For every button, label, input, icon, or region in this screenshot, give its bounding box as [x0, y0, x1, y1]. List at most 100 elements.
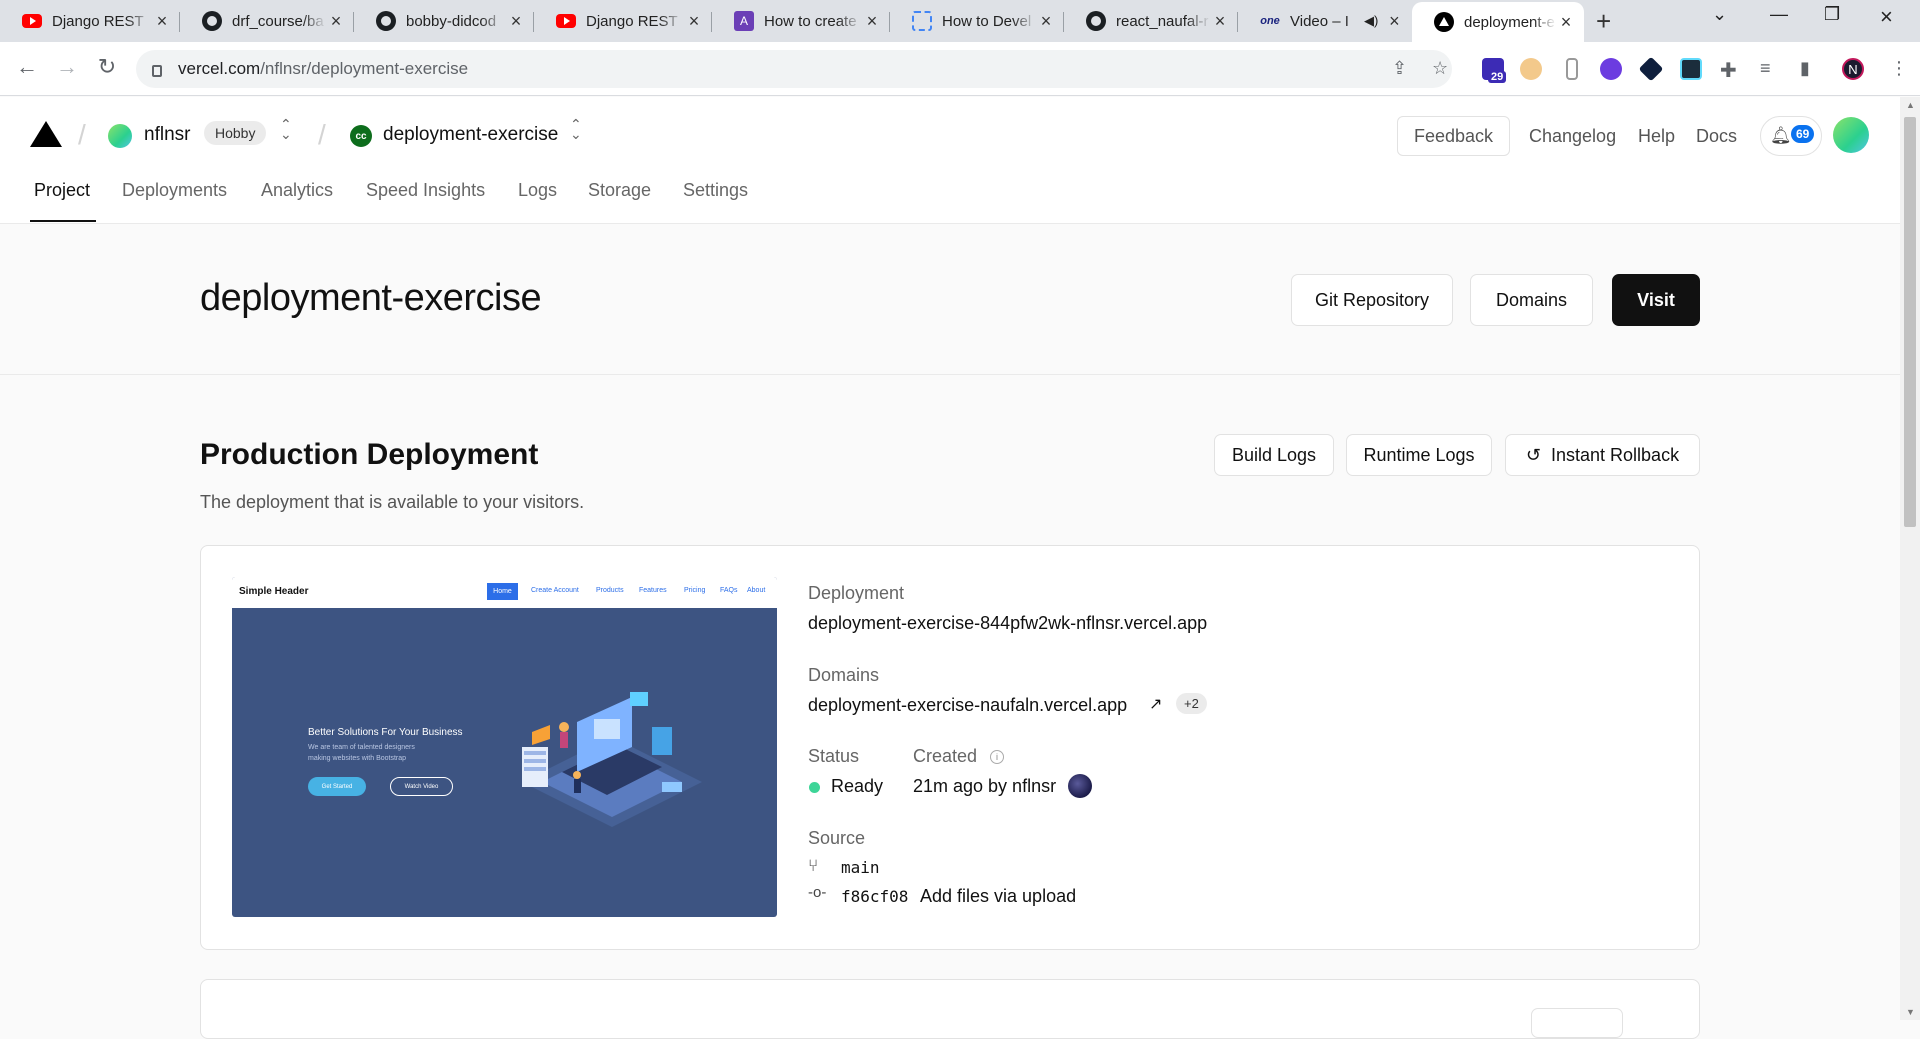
card-button[interactable] — [1531, 1008, 1623, 1038]
browser-tab-active[interactable]: deployment-e × — [1412, 2, 1584, 42]
docs-link[interactable]: Docs — [1696, 126, 1737, 147]
vercel-logo[interactable] — [30, 121, 62, 147]
new-tab-button[interactable]: + — [1596, 6, 1611, 37]
browser-tab[interactable]: react_naufal-r × — [1064, 4, 1238, 38]
external-link-icon[interactable]: ↗ — [1149, 694, 1162, 714]
react-devtools-icon[interactable] — [1680, 58, 1702, 80]
browser-tab[interactable]: bobby-didcod × — [354, 4, 534, 38]
close-icon[interactable]: × — [1556, 12, 1576, 33]
extension-icon[interactable] — [1600, 58, 1622, 80]
close-icon[interactable]: × — [1036, 11, 1056, 32]
status-dot — [809, 782, 820, 793]
browser-tab[interactable]: Django REST × — [534, 4, 712, 38]
menu-kebab-icon[interactable]: ⋮ — [1890, 58, 1908, 79]
project-name[interactable]: deployment-exercise — [383, 124, 558, 146]
lock-icon — [152, 65, 162, 77]
back-button[interactable]: ← — [12, 54, 42, 80]
tab-storage[interactable]: Storage — [588, 180, 651, 201]
branch-name[interactable]: main — [841, 858, 880, 877]
app-header: / nflnsr Hobby ⌃ ⌄ / cc deployment-exerci… — [0, 97, 1900, 224]
commit-message: Add files via upload — [920, 886, 1077, 906]
youtube-icon — [556, 11, 576, 31]
minimize-button[interactable]: — — [1770, 4, 1788, 25]
feedback-button[interactable]: Feedback — [1397, 116, 1510, 156]
instant-rollback-button[interactable]: ↺ Instant Rollback — [1505, 434, 1700, 476]
puzzle-icon[interactable]: ✚ — [1720, 58, 1737, 83]
app-icon: A — [734, 11, 754, 31]
source-label: Source — [808, 828, 866, 848]
tab-settings[interactable]: Settings — [683, 180, 748, 201]
close-icon[interactable]: × — [1384, 11, 1404, 32]
git-repository-button[interactable]: Git Repository — [1291, 274, 1453, 326]
runtime-logs-button[interactable]: Runtime Logs — [1346, 434, 1492, 476]
browser-tab[interactable]: How to Devel × — [890, 4, 1064, 38]
tab-deployments[interactable]: Deployments — [122, 180, 227, 201]
commit-hash[interactable]: f86cf08 — [841, 887, 908, 906]
close-icon[interactable]: × — [326, 11, 346, 32]
tab-logs[interactable]: Logs — [518, 180, 557, 201]
speaker-icon[interactable]: ◀) — [1364, 13, 1378, 29]
browser-toolbar: ← → ↻ vercel.com/nflnsr/deployment-exerc… — [0, 42, 1920, 96]
tab-analytics[interactable]: Analytics — [261, 180, 333, 201]
github-icon — [376, 11, 396, 31]
preview-nav-item: FAQs — [720, 587, 738, 594]
browser-tab[interactable]: A How to create × — [712, 4, 890, 38]
close-icon[interactable]: × — [1210, 11, 1230, 32]
creator-avatar[interactable] — [1068, 774, 1092, 798]
project-icon: cc — [350, 125, 372, 147]
close-icon[interactable]: × — [684, 11, 704, 32]
help-link[interactable]: Help — [1638, 126, 1675, 147]
domains-label: Domains — [808, 665, 880, 685]
bookmark-star-icon[interactable]: ☆ — [1432, 58, 1448, 79]
tab-speed-insights[interactable]: Speed Insights — [366, 180, 485, 201]
more-domains-badge[interactable]: +2 — [1176, 693, 1207, 714]
user-avatar[interactable] — [1833, 117, 1869, 153]
browser-tab[interactable]: Django REST × — [0, 4, 180, 38]
share-icon[interactable]: ⇪ — [1392, 58, 1407, 79]
scrollbar-thumb[interactable] — [1904, 117, 1916, 527]
team-name[interactable]: nflnsr — [144, 124, 190, 146]
notifications-button[interactable]: 🔔︎ 69 — [1760, 116, 1822, 156]
close-icon[interactable]: × — [152, 11, 172, 32]
team-avatar[interactable] — [108, 124, 132, 148]
extension-icon[interactable] — [1638, 56, 1664, 82]
changelog-link[interactable]: Changelog — [1529, 126, 1616, 147]
created-value: 21m ago by nflnsr — [913, 776, 1057, 796]
forward-button[interactable]: → — [52, 54, 82, 80]
profile-avatar[interactable]: N — [1842, 58, 1864, 80]
close-icon[interactable]: × — [506, 11, 526, 32]
restore-button[interactable]: ❐ — [1824, 4, 1840, 25]
tab-title: Video – I — [1290, 12, 1349, 30]
media-control-icon[interactable]: ≡ — [1760, 58, 1771, 79]
extension-icon[interactable] — [1520, 58, 1542, 80]
scroll-up-icon[interactable]: ▲ — [1906, 100, 1915, 110]
tab-project[interactable]: Project — [34, 180, 90, 201]
visit-button[interactable]: Visit — [1612, 274, 1700, 326]
info-icon[interactable]: i — [990, 750, 1004, 764]
project-switcher-icon[interactable]: ⌃ ⌄ — [570, 117, 582, 141]
build-logs-button[interactable]: Build Logs — [1214, 434, 1334, 476]
side-panel-icon[interactable]: ▮ — [1800, 58, 1810, 79]
page-scrollbar[interactable]: ▲ ▼ — [1900, 97, 1920, 1020]
deployment-preview[interactable]: Simple Header Home Create Account Produc… — [232, 577, 777, 917]
reload-button[interactable]: ↻ — [92, 54, 122, 80]
main-content: Production Deployment The deployment tha… — [0, 376, 1900, 1039]
browser-tab[interactable]: drf_course/ba × — [180, 4, 354, 38]
domains-button[interactable]: Domains — [1470, 274, 1593, 326]
preview-text: We are team of talented designers making… — [308, 744, 415, 762]
tab-title: bobby-didcod — [406, 12, 497, 30]
team-switcher-icon[interactable]: ⌃ ⌄ — [280, 117, 292, 141]
deployment-url-link[interactable]: deployment-exercise-844pfw2wk-nflnsr.ver… — [808, 613, 1207, 634]
preview-cta-primary: Get Started — [308, 777, 366, 796]
close-icon[interactable]: × — [862, 11, 882, 32]
next-card — [200, 979, 1700, 1039]
address-bar[interactable]: vercel.com/nflnsr/deployment-exercise — [136, 50, 1452, 88]
browser-tab[interactable]: one Video – I ◀) × — [1238, 4, 1414, 38]
divider: / — [318, 119, 326, 150]
scroll-down-icon[interactable]: ▼ — [1906, 1007, 1915, 1017]
extension-icon[interactable] — [1566, 58, 1578, 80]
bell-icon: 🔔︎ — [1770, 126, 1792, 145]
domain-link[interactable]: deployment-exercise-naufaln.vercel.app — [808, 695, 1127, 716]
close-window-button[interactable]: × — [1880, 4, 1893, 30]
tab-search-icon[interactable]: ⌄ — [1712, 4, 1727, 25]
